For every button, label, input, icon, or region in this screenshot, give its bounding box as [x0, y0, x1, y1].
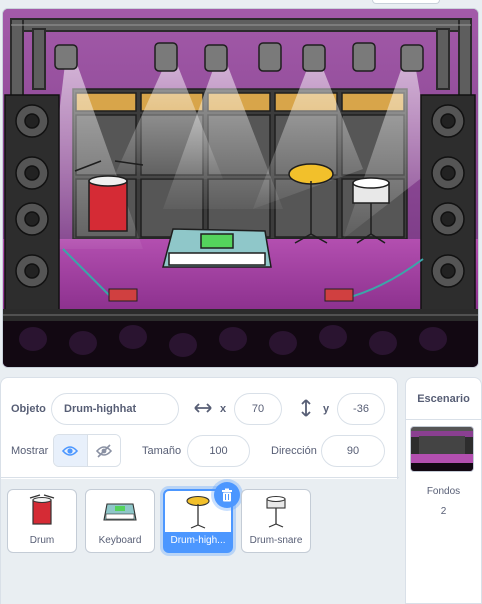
x-arrows-icon: [193, 400, 213, 416]
stage-size-toggle[interactable]: [372, 0, 440, 4]
sprite-tile-name: Keyboard: [98, 535, 142, 546]
drum-icon: [8, 494, 76, 532]
snare-icon: [242, 494, 310, 532]
scratch-editor: Objeto Drum-highhat x 70 y -36 Mostrar T…: [0, 0, 482, 604]
sprite-tile-drum-snare[interactable]: Drum-snare: [241, 489, 311, 553]
trash-icon: [222, 488, 232, 502]
x-label: x: [220, 403, 227, 415]
size-input[interactable]: 100: [187, 435, 250, 467]
sprite-tile-name: Drum-snare: [249, 535, 303, 546]
backdrops-count: 2: [440, 506, 447, 517]
show-label: Mostrar: [11, 445, 49, 457]
keyboard-icon: [86, 494, 154, 532]
y-label: y: [323, 403, 330, 415]
delete-sprite-button[interactable]: [214, 482, 240, 508]
x-position-input[interactable]: 70: [234, 393, 282, 425]
sprite-list: Drum Keyboard Drum-high... Drum-snare: [1, 479, 399, 604]
size-label: Tamaño: [142, 445, 182, 457]
y-position-input[interactable]: -36: [337, 393, 385, 425]
sprite-info-panel: Objeto Drum-highhat x 70 y -36 Mostrar T…: [0, 377, 399, 604]
eye-icon: [62, 445, 79, 456]
y-arrows-icon: [299, 398, 313, 418]
concert-stage-backdrop: [3, 9, 478, 367]
sprite-tile-drum[interactable]: Drum: [7, 489, 77, 553]
sprite-name-input[interactable]: Drum-highhat: [51, 393, 179, 425]
stage-backdrop-thumbnail[interactable]: [410, 426, 474, 472]
object-label: Objeto: [11, 403, 46, 415]
keyboard-sprite-on-stage: [162, 228, 272, 268]
sprite-tile-name: Drum-high...: [165, 532, 231, 552]
sprite-info: Objeto Drum-highhat x 70 y -36 Mostrar T…: [1, 378, 399, 478]
stage-selector[interactable]: Escenario Fondos 2: [405, 377, 482, 604]
eye-slash-icon: [95, 443, 112, 458]
direction-label: Dirección: [271, 445, 317, 457]
sprite-tile-keyboard[interactable]: Keyboard: [85, 489, 155, 553]
show-sprite-button[interactable]: [54, 435, 87, 466]
direction-input[interactable]: 90: [321, 435, 385, 467]
stage-canvas[interactable]: [2, 8, 479, 368]
backdrops-label: Fondos: [426, 486, 461, 497]
sprite-tile-name: Drum: [29, 535, 55, 546]
visibility-toggle: [53, 434, 121, 467]
hide-sprite-button[interactable]: [86, 435, 120, 466]
stage-selector-title: Escenario: [406, 378, 481, 420]
